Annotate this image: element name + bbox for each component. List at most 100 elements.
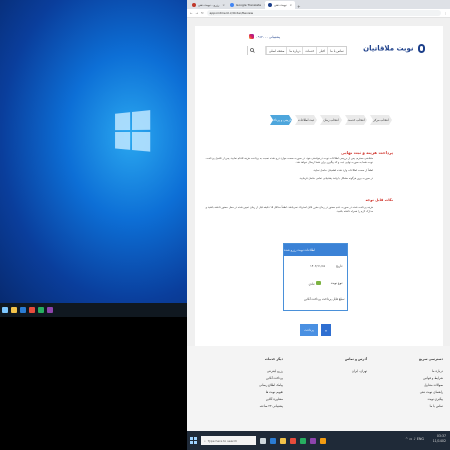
app-icon[interactable] xyxy=(38,307,44,313)
chevron-up-icon[interactable]: ^ xyxy=(405,437,408,441)
left-black-area xyxy=(0,317,187,450)
tab-label: Google Translate xyxy=(236,3,262,7)
footer-col-title: دیگر خدمات xyxy=(264,357,283,361)
site-logo[interactable]: نوبت ملاقاتیان xyxy=(363,44,425,53)
footer-link[interactable]: پیامک اطلاع رسانی xyxy=(223,383,283,390)
close-icon[interactable]: × xyxy=(290,3,293,7)
step-3: ثبت اطلاعات xyxy=(295,115,317,125)
page-body: پشتیبانی ۰۹۱۲۰۰۰ صفحه اصلی درباره ما خدمات… xyxy=(187,18,450,449)
search-box[interactable] xyxy=(248,46,266,55)
next-button[interactable]: » xyxy=(321,324,331,336)
step-4: بازبینی و پرداخت xyxy=(270,115,292,125)
site-header: پشتیبانی ۰۹۱۲۰۰۰ صفحه اصلی درباره ما خدمات… xyxy=(195,26,443,66)
paragraph-line: در صورت بروز هرگونه مشکل با واحد پشتیبان… xyxy=(299,177,373,180)
footer-col-title: آدرس و تماس xyxy=(344,357,367,361)
search-icon: ⌕ xyxy=(204,438,206,443)
favicon-icon xyxy=(268,3,272,7)
footer-link[interactable]: رزرو اینترنتی xyxy=(223,369,283,376)
back-button[interactable]: ← xyxy=(190,11,193,15)
folder-icon[interactable] xyxy=(11,307,17,313)
footer-col-contact: آدرس و تماس تهران، ایران xyxy=(307,357,367,376)
footer-col-title: دسترسی سریع xyxy=(418,357,443,361)
language-indicator[interactable]: ENG xyxy=(417,437,424,441)
footer-link[interactable]: تماس با ما xyxy=(383,404,443,411)
step-wizard: بازبینی و پرداخت ثبت اطلاعات انتخاب زمان ان… xyxy=(270,115,392,125)
url-text: appointment.ir/Order/Review xyxy=(209,11,254,15)
edge-icon[interactable] xyxy=(270,437,276,444)
footer-link[interactable]: تهران، ایران xyxy=(307,369,367,376)
footer-link[interactable]: پیگیری نوبت xyxy=(383,397,443,404)
instagram-icon[interactable] xyxy=(249,34,254,39)
windows-logo-icon xyxy=(115,110,152,154)
footer-link[interactable]: پرداخت آنلاین xyxy=(223,376,283,383)
menu-dots-icon[interactable]: ⋮ xyxy=(444,11,447,15)
footer-link[interactable]: راهنمای نوبت دهی xyxy=(383,390,443,397)
status-chip-icon xyxy=(316,281,321,285)
volume-icon[interactable]: ♪ xyxy=(413,437,415,441)
menu-item[interactable]: اخبار xyxy=(316,47,327,54)
search-icon xyxy=(250,48,255,53)
contact-info: پشتیبانی ۰۹۱۲۰۰۰ xyxy=(249,34,280,39)
logo-mark-icon xyxy=(418,44,425,53)
tab-3[interactable]: نوبت دهی × xyxy=(265,1,296,9)
app-icon[interactable] xyxy=(300,437,306,444)
pay-button[interactable]: پرداخت xyxy=(300,324,318,336)
taskbar-search-placeholder: Type here to search xyxy=(207,438,238,443)
reload-button[interactable]: ↻ xyxy=(201,11,204,15)
row-value: ۱۴۰۲/۱۱/۱۵ xyxy=(310,264,325,268)
footer-link[interactable]: شرایط و قوانین xyxy=(383,376,443,383)
footer-col-services: دیگر خدمات رزرو اینترنتی پرداخت آنلاین پیا… xyxy=(223,357,283,411)
edge-icon[interactable] xyxy=(20,307,26,313)
tab-1[interactable]: رزرو - نوبت دهی × xyxy=(189,1,227,9)
app-icon[interactable] xyxy=(47,307,53,313)
footer-link[interactable]: سوالات متداول xyxy=(383,383,443,390)
footer-link[interactable]: پشتیبانی ۲۴ ساعته xyxy=(223,404,283,411)
type-value: عادی xyxy=(308,282,316,286)
contact-text: پشتیبانی ۰۹۱۲۰۰۰ xyxy=(256,34,281,39)
taskbar-clock[interactable]: 03:37 11/1402 xyxy=(433,434,446,443)
note-title: نکات قابل توجه xyxy=(365,198,393,202)
forward-button[interactable]: → xyxy=(196,11,199,15)
card-header: اطلاعات نوبت رزرو شده xyxy=(284,244,347,256)
footer-link[interactable]: مشاوره آنلاین xyxy=(223,397,283,404)
tab-label: نوبت دهی xyxy=(274,3,287,7)
screenshot-root: 03:37 11/1402 رزرو - نوبت دهی × Google T… xyxy=(0,0,450,450)
footer-link[interactable]: درباره ما xyxy=(383,369,443,376)
start-button[interactable] xyxy=(190,437,197,444)
favicon-icon xyxy=(230,3,234,7)
row-label: نوع نوبت: xyxy=(330,281,343,285)
taskbar: ⌕ Type here to search ^ ▭ ♪ ENG 03:37 11… xyxy=(187,431,450,450)
chrome-icon[interactable] xyxy=(290,437,296,444)
menu-item[interactable]: صفحه اصلی xyxy=(266,47,286,54)
menu-item[interactable]: تماس با ما xyxy=(327,47,345,54)
step-1: انتخاب خدمت xyxy=(345,115,367,125)
taskbar-search[interactable]: ⌕ Type here to search xyxy=(201,436,256,445)
clock-date: 11/1402 xyxy=(432,438,446,443)
close-icon[interactable]: × xyxy=(222,3,225,7)
new-tab-button[interactable]: + xyxy=(295,4,302,9)
system-tray[interactable]: ^ ▭ ♪ ENG xyxy=(405,437,424,441)
step-0: انتخاب مرکز xyxy=(370,115,392,125)
url-field[interactable]: appointment.ir/Order/Review xyxy=(206,10,441,16)
address-bar-row: ← → ↻ appointment.ir/Order/Review ⋮ xyxy=(187,9,450,18)
chrome-icon[interactable] xyxy=(29,307,35,313)
folder-icon[interactable] xyxy=(280,437,286,444)
paragraph-line: لطفاً از صحت اطلاعات وارد شده اطمینان حا… xyxy=(312,169,373,172)
task-view-icon[interactable] xyxy=(260,437,266,444)
menu-item[interactable]: درباره ما xyxy=(286,47,302,54)
row-value: عادی xyxy=(309,281,321,286)
start-icon[interactable] xyxy=(2,307,8,313)
logo-text: نوبت ملاقاتیان xyxy=(363,44,414,53)
footer-list: رزرو اینترنتی پرداخت آنلاین پیامک اطلاع رس… xyxy=(223,369,283,411)
tab-2[interactable]: Google Translate × xyxy=(227,1,265,9)
app-icon[interactable] xyxy=(310,437,316,444)
booking-card: اطلاعات نوبت رزرو شده تاریخ: ۱۴۰۲/۱۱/۱۵ … xyxy=(283,243,348,311)
row-label: مبلغ قابل پرداخت: xyxy=(322,297,345,301)
menu-item[interactable]: خدمات xyxy=(302,47,316,54)
intro-paragraph: متقاضی محترم، پس از بررسی اطلاعات نوبت د… xyxy=(205,157,373,164)
app-icon[interactable] xyxy=(320,437,326,444)
row-value: پرداخت آنلاین xyxy=(304,297,321,301)
network-icon[interactable]: ▭ xyxy=(409,437,412,441)
footer-link[interactable]: تقویم نوبت ها xyxy=(223,390,283,397)
footer-list: تهران، ایران xyxy=(307,369,367,376)
